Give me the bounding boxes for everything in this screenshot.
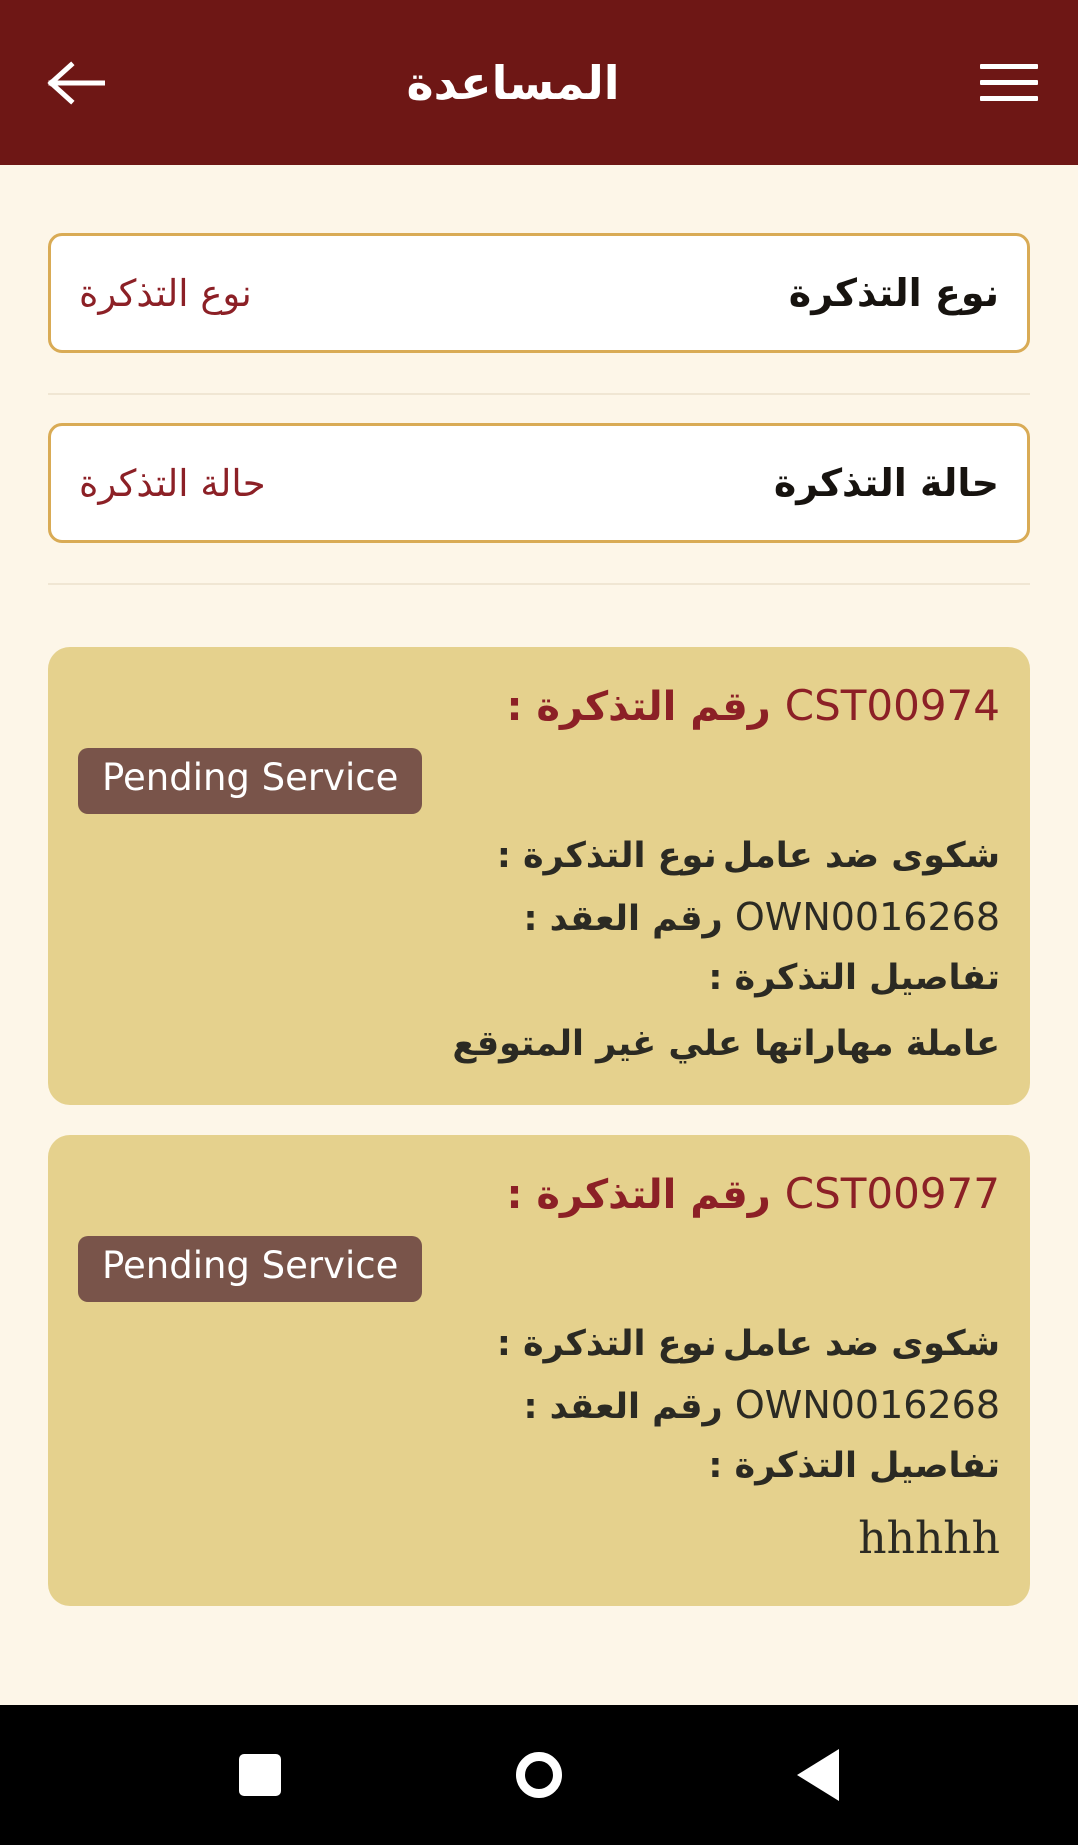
nav-home-button[interactable] [494,1730,584,1820]
recents-square-icon [238,1754,281,1796]
filter-section: نوع التذكرة نوع التذكرة حالة التذكرة حال… [0,165,1078,585]
status-badge: Pending Service [78,748,423,815]
contract-number-value: OWN0016268 [734,1382,1000,1427]
hamburger-bar [980,80,1038,85]
ticket-number-label: رقم التذكرة : [506,684,771,730]
contract-number-label: رقم العقد : [523,898,723,939]
ticket-details-label: تفاصيل التذكرة : [708,957,1000,998]
arrow-left-icon [47,60,105,105]
hamburger-menu-icon[interactable] [974,51,1038,115]
page-content: نوع التذكرة نوع التذكرة حالة التذكرة حال… [0,165,1078,1845]
back-button[interactable] [40,47,112,119]
table-row[interactable]: CST00974 رقم التذكرة : Pending Service ش… [48,647,1030,1105]
table-row[interactable]: CST00977 رقم التذكرة : Pending Service ش… [48,1134,1030,1606]
contract-number-row: OWN0016268 رقم العقد : [78,1377,1000,1434]
ticket-type-select[interactable]: نوع التذكرة نوع التذكرة [48,233,1030,353]
status-badge: Pending Service [78,1235,423,1302]
ticket-type-row: شكوى ضد عامل نوع التذكرة : [78,830,1000,883]
ticket-type-value: شكوى ضد عامل [722,1324,1000,1364]
ticket-status-select-value: حالة التذكرة [79,461,266,505]
ticket-details-value: عاملة مهاراتها علي غير المتوقع [452,1024,1000,1065]
contract-number-value: OWN0016268 [734,894,1000,939]
ticket-type-row: شكوى ضد عامل نوع التذكرة : [78,1318,1000,1371]
ticket-details-value: hhhhh [858,1513,1000,1564]
app-header: المساعدة [0,0,1078,165]
hamburger-bar [980,64,1038,69]
back-triangle-icon [797,1749,840,1801]
home-circle-icon [516,1752,563,1798]
ticket-number-value: CST00977 [784,1168,1000,1218]
ticket-type-value: شكوى ضد عامل [722,836,1000,877]
android-navigation-bar [0,1705,1078,1845]
filter-divider [48,393,1030,395]
contract-number-row: OWN0016268 رقم العقد : [78,889,1000,946]
ticket-type-select-value: نوع التذكرة [79,271,252,315]
nav-recents-button[interactable] [215,1730,305,1820]
ticket-type-select-label: نوع التذكرة [788,271,999,315]
ticket-list: CST00974 رقم التذكرة : Pending Service ش… [0,585,1078,1606]
status-badge-row: Pending Service [78,748,1000,815]
app-screen: المساعدة نوع التذكرة نوع التذكرة حالة ال… [0,0,1078,1845]
ticket-status-select-label: حالة التذكرة [773,461,999,505]
ticket-number-row: CST00974 رقم التذكرة : [78,681,1000,730]
ticket-number-row: CST00977 رقم التذكرة : [78,1169,1000,1218]
ticket-number-value: CST00974 [784,681,1000,730]
ticket-status-select[interactable]: حالة التذكرة حالة التذكرة [48,423,1030,543]
ticket-number-label: رقم التذكرة : [506,1171,771,1218]
contract-number-label: رقم العقد : [523,1386,723,1427]
ticket-type-label: نوع التذكرة : [496,1324,717,1364]
page-title: المساعدة [406,55,620,110]
nav-back-button[interactable] [773,1730,863,1820]
ticket-details-label: تفاصيل التذكرة : [708,1445,1000,1486]
hamburger-bar [980,96,1038,101]
status-badge-row: Pending Service [78,1235,1000,1302]
ticket-type-label: نوع التذكرة : [496,836,717,877]
